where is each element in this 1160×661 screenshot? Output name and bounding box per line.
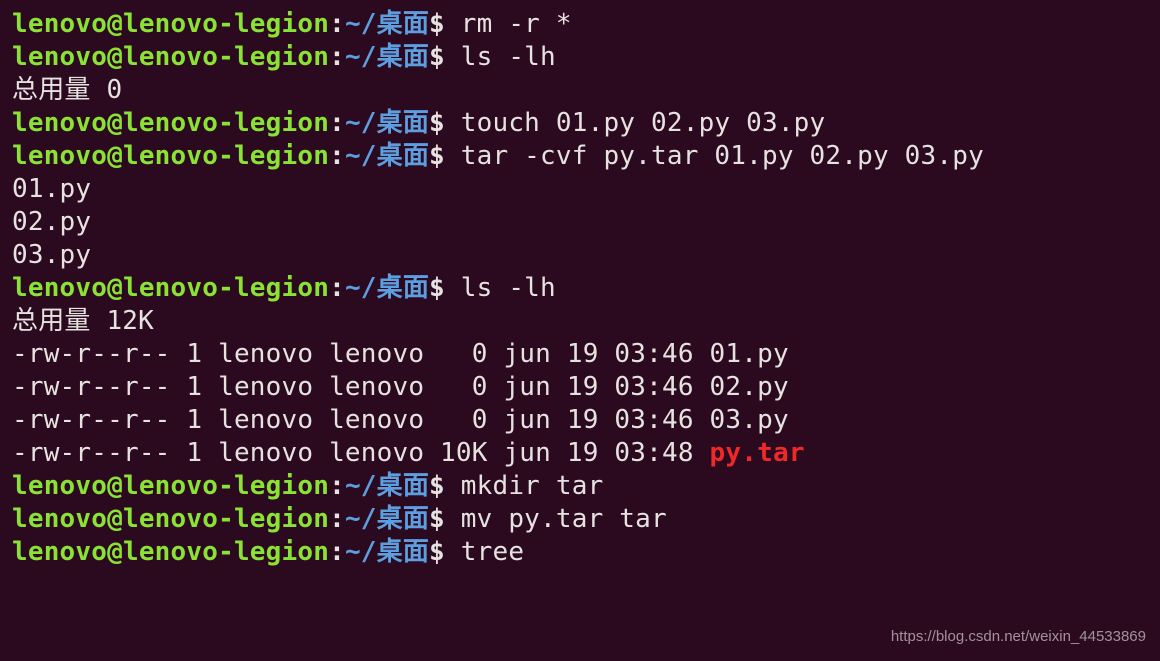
prompt-user-host: lenovo@lenovo-legion xyxy=(12,9,329,39)
terminal-line: lenovo@lenovo-legion:~/桌面$ rm -r * xyxy=(12,8,1148,41)
terminal-line: 总用量 0 xyxy=(12,74,1148,107)
output-text: -rw-r--r-- 1 lenovo lenovo 0 jun 19 03:4… xyxy=(12,339,789,369)
output-text: -rw-r--r-- 1 lenovo lenovo 0 jun 19 03:4… xyxy=(12,405,789,435)
watermark-text: https://blog.csdn.net/weixin_44533869 xyxy=(891,620,1146,653)
prompt-path: ~/桌面 xyxy=(345,42,429,72)
output-text: -rw-r--r-- 1 lenovo lenovo 10K jun 19 03… xyxy=(12,438,710,468)
prompt-dollar: $ xyxy=(429,141,445,171)
terminal-line: -rw-r--r-- 1 lenovo lenovo 0 jun 19 03:4… xyxy=(12,404,1148,437)
prompt-dollar: $ xyxy=(429,273,445,303)
prompt-user-host: lenovo@lenovo-legion xyxy=(12,273,329,303)
prompt-user-host: lenovo@lenovo-legion xyxy=(12,42,329,72)
archive-file-name: py.tar xyxy=(710,438,805,468)
prompt-colon: : xyxy=(329,141,345,171)
terminal-line: lenovo@lenovo-legion:~/桌面$ ls -lh xyxy=(12,41,1148,74)
terminal-line: 总用量 12K xyxy=(12,305,1148,338)
command-text: touch 01.py 02.py 03.py xyxy=(461,108,826,138)
prompt-path: ~/桌面 xyxy=(345,108,429,138)
command-text: mkdir tar xyxy=(461,471,604,501)
prompt-path: ~/桌面 xyxy=(345,273,429,303)
prompt-colon: : xyxy=(329,9,345,39)
output-text: 总用量 12K xyxy=(12,306,154,336)
prompt-user-host: lenovo@lenovo-legion xyxy=(12,108,329,138)
command-text: ls -lh xyxy=(461,42,556,72)
command-text: rm -r * xyxy=(461,9,572,39)
output-text: 总用量 0 xyxy=(12,75,122,105)
prompt-dollar: $ xyxy=(429,471,445,501)
prompt-path: ~/桌面 xyxy=(345,504,429,534)
prompt-dollar: $ xyxy=(429,504,445,534)
prompt-path: ~/桌面 xyxy=(345,471,429,501)
prompt-colon: : xyxy=(329,537,345,567)
prompt-dollar: $ xyxy=(429,42,445,72)
prompt-colon: : xyxy=(329,108,345,138)
prompt-dollar: $ xyxy=(429,537,445,567)
prompt-user-host: lenovo@lenovo-legion xyxy=(12,471,329,501)
terminal-line: -rw-r--r-- 1 lenovo lenovo 0 jun 19 03:4… xyxy=(12,338,1148,371)
command-text: mv py.tar tar xyxy=(461,504,667,534)
terminal-line: lenovo@lenovo-legion:~/桌面$ mkdir tar xyxy=(12,470,1148,503)
terminal-line: lenovo@lenovo-legion:~/桌面$ touch 01.py 0… xyxy=(12,107,1148,140)
terminal-line: lenovo@lenovo-legion:~/桌面$ tree xyxy=(12,536,1148,569)
prompt-dollar: $ xyxy=(429,108,445,138)
terminal-line: 01.py xyxy=(12,173,1148,206)
command-text: tar -cvf py.tar 01.py 02.py 03.py xyxy=(461,141,984,171)
output-text: 01.py xyxy=(12,174,91,204)
prompt-path: ~/桌面 xyxy=(345,537,429,567)
output-text: 03.py xyxy=(12,240,91,270)
prompt-colon: : xyxy=(329,504,345,534)
terminal-line: 03.py xyxy=(12,239,1148,272)
prompt-colon: : xyxy=(329,471,345,501)
prompt-dollar: $ xyxy=(429,9,445,39)
prompt-user-host: lenovo@lenovo-legion xyxy=(12,141,329,171)
output-text: -rw-r--r-- 1 lenovo lenovo 0 jun 19 03:4… xyxy=(12,372,789,402)
prompt-path: ~/桌面 xyxy=(345,141,429,171)
terminal-line: -rw-r--r-- 1 lenovo lenovo 10K jun 19 03… xyxy=(12,437,1148,470)
terminal-line: -rw-r--r-- 1 lenovo lenovo 0 jun 19 03:4… xyxy=(12,371,1148,404)
terminal-line: lenovo@lenovo-legion:~/桌面$ mv py.tar tar xyxy=(12,503,1148,536)
terminal-line: 02.py xyxy=(12,206,1148,239)
output-text: 02.py xyxy=(12,207,91,237)
prompt-path: ~/桌面 xyxy=(345,9,429,39)
prompt-colon: : xyxy=(329,273,345,303)
prompt-user-host: lenovo@lenovo-legion xyxy=(12,504,329,534)
terminal-output[interactable]: lenovo@lenovo-legion:~/桌面$ rm -r *lenovo… xyxy=(12,8,1148,569)
command-text: ls -lh xyxy=(461,273,556,303)
prompt-colon: : xyxy=(329,42,345,72)
prompt-user-host: lenovo@lenovo-legion xyxy=(12,537,329,567)
terminal-line: lenovo@lenovo-legion:~/桌面$ tar -cvf py.t… xyxy=(12,140,1148,173)
terminal-line: lenovo@lenovo-legion:~/桌面$ ls -lh xyxy=(12,272,1148,305)
command-text: tree xyxy=(461,537,524,567)
